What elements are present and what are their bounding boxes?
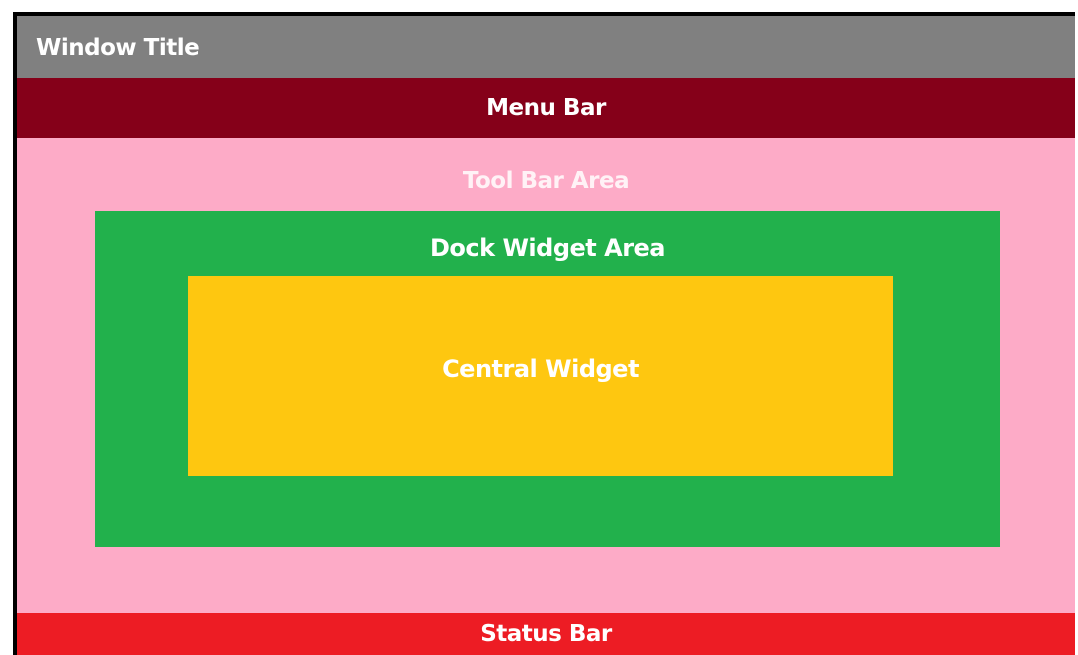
main-window-diagram: Window Title Menu Bar Tool Bar Area Dock… [17,16,1075,655]
status-bar: Status Bar [17,613,1075,655]
title-bar: Window Title [17,16,1075,78]
central-widget-label: Central Widget [442,355,639,383]
central-widget: Central Widget [188,276,893,476]
menu-bar-label: Menu Bar [486,95,606,121]
status-bar-label: Status Bar [480,621,612,647]
window-title: Window Title [36,35,200,61]
dock-widget-area-label: Dock Widget Area [430,234,666,262]
toolbar-area-label: Tool Bar Area [462,168,630,194]
dock-widget-area: Dock Widget Area Central Widget [95,211,1000,547]
menu-bar: Menu Bar [17,78,1075,138]
